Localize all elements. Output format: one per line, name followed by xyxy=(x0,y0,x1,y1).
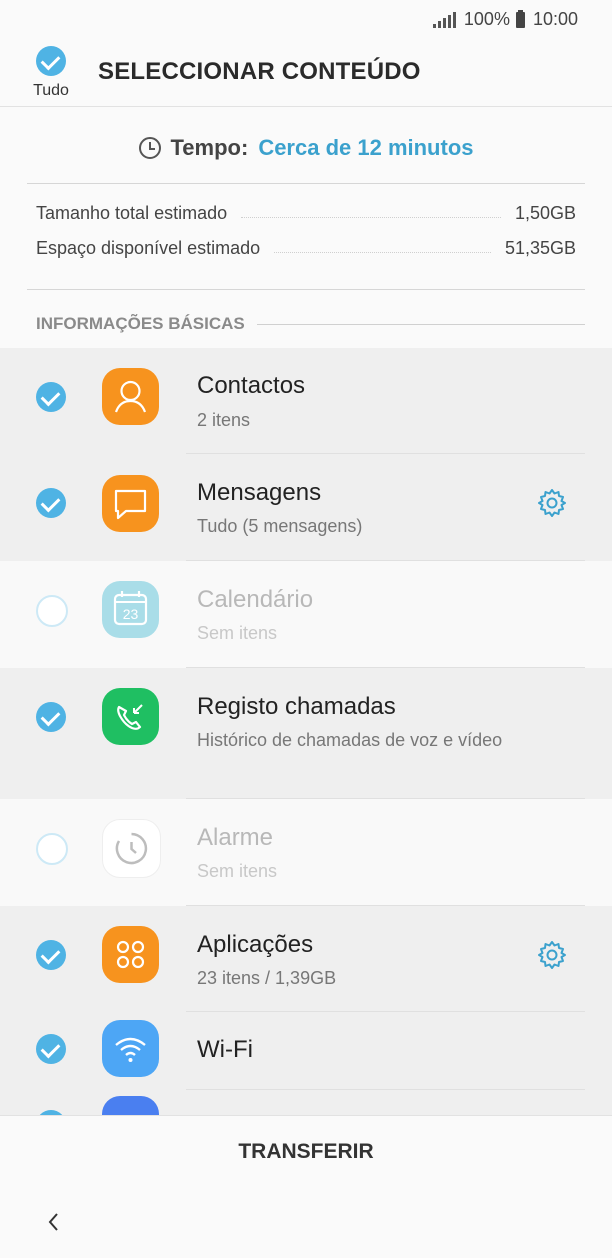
item-checkbox[interactable] xyxy=(36,488,66,523)
item-checkbox[interactable] xyxy=(36,1034,66,1069)
clock-time: 10:00 xyxy=(532,9,578,29)
settings-gear-icon[interactable] xyxy=(536,487,568,519)
apps-icon xyxy=(102,926,159,983)
divider xyxy=(27,183,585,184)
total-size-row: Tamanho total estimado 1,50GB xyxy=(36,203,576,224)
item-subtitle: 2 itens xyxy=(197,410,251,430)
list-item-alarm[interactable]: Alarme Sem itens xyxy=(0,799,612,906)
settings-gear-icon[interactable] xyxy=(536,939,568,971)
back-icon[interactable] xyxy=(42,1210,66,1234)
item-title: Registo chamadas xyxy=(197,693,396,720)
list-item-messages[interactable]: Mensagens Tudo (5 mensagens) xyxy=(0,454,612,561)
status-bar: 100% 10:00 xyxy=(0,0,612,36)
checkbox-empty-icon xyxy=(36,595,68,627)
select-all-label: Tudo xyxy=(33,82,69,99)
list-item-calendar[interactable]: 23 Calendário Sem itens xyxy=(0,561,612,668)
available-space-row: Espaço disponível estimado 51,35GB xyxy=(36,238,576,259)
item-title: Wi-Fi xyxy=(197,1036,253,1063)
select-all-checkbox[interactable] xyxy=(30,46,72,81)
section-line xyxy=(256,323,585,325)
header: Tudo SELECCIONAR CONTEÚDO xyxy=(0,36,612,107)
battery-percent: 100% xyxy=(463,9,510,29)
navigation-bar xyxy=(0,1188,612,1258)
list-item-wifi[interactable]: Wi-Fi xyxy=(0,1012,612,1090)
page-title: SELECCIONAR CONTEÚDO xyxy=(98,58,421,85)
item-checkbox[interactable] xyxy=(36,595,68,632)
svg-text:23: 23 xyxy=(123,606,139,622)
item-checkbox[interactable] xyxy=(36,940,66,975)
item-title: Alarme xyxy=(197,824,274,851)
checkbox-checked-icon xyxy=(36,940,66,970)
calendar-icon: 23 xyxy=(102,581,159,638)
item-subtitle: Tudo (5 mensagens) xyxy=(197,516,363,536)
dotted-leader xyxy=(241,216,501,218)
item-title: Aplicações xyxy=(197,931,314,958)
item-title: Contactos xyxy=(197,372,306,399)
total-size-label: Tamanho total estimado xyxy=(36,203,228,223)
call-log-icon xyxy=(102,688,159,745)
transfer-button[interactable]: TRANSFERIR xyxy=(0,1115,612,1189)
checkbox-checked-icon xyxy=(36,1034,66,1064)
alarm-icon xyxy=(102,819,161,878)
item-subtitle: 23 itens / 1,39GB xyxy=(197,968,337,988)
divider xyxy=(27,289,585,290)
checkbox-checked-icon xyxy=(36,382,66,412)
available-space-label: Espaço disponível estimado xyxy=(36,238,261,258)
item-checkbox[interactable] xyxy=(36,833,68,870)
section-title: INFORMAÇÕES BÁSICAS xyxy=(36,314,245,333)
list-item-apps[interactable]: Aplicações 23 itens / 1,39GB xyxy=(0,906,612,1012)
item-subtitle: Sem itens xyxy=(197,861,278,881)
item-title: Calendário xyxy=(197,586,314,613)
item-subtitle: Histórico de chamadas de voz e vídeo xyxy=(197,730,503,750)
time-label: Tempo: xyxy=(170,135,249,160)
available-space-value: 51,35GB xyxy=(504,238,576,258)
battery-icon xyxy=(515,9,525,28)
clock-icon xyxy=(138,137,161,159)
wifi-icon xyxy=(102,1020,159,1077)
checkbox-empty-icon xyxy=(36,833,68,865)
checkbox-checked-icon xyxy=(36,702,66,732)
dotted-leader xyxy=(274,251,491,253)
checkbox-checked-icon xyxy=(36,488,66,518)
time-value: Cerca de 12 minutos xyxy=(258,135,474,160)
list-item-partial[interactable] xyxy=(0,1090,612,1115)
item-title: Mensagens xyxy=(197,479,322,506)
time-estimate: Tempo: Cerca de 12 minutos xyxy=(0,120,612,176)
contacts-icon xyxy=(102,368,159,425)
checkbox-checked-icon xyxy=(36,46,66,76)
messages-icon xyxy=(102,475,159,532)
list-item-call-log[interactable]: Registo chamadas Histórico de chamadas d… xyxy=(0,668,612,799)
item-checkbox[interactable] xyxy=(36,702,66,737)
signal-icon xyxy=(432,11,456,28)
app-icon xyxy=(102,1096,159,1115)
item-checkbox[interactable] xyxy=(36,382,66,417)
total-size-value: 1,50GB xyxy=(514,203,576,223)
item-subtitle: Sem itens xyxy=(197,623,278,643)
list-item-contacts[interactable]: Contactos 2 itens xyxy=(0,348,612,454)
section-header: INFORMAÇÕES BÁSICAS xyxy=(36,314,585,334)
status-indicators: 100% 10:00 xyxy=(432,9,578,30)
